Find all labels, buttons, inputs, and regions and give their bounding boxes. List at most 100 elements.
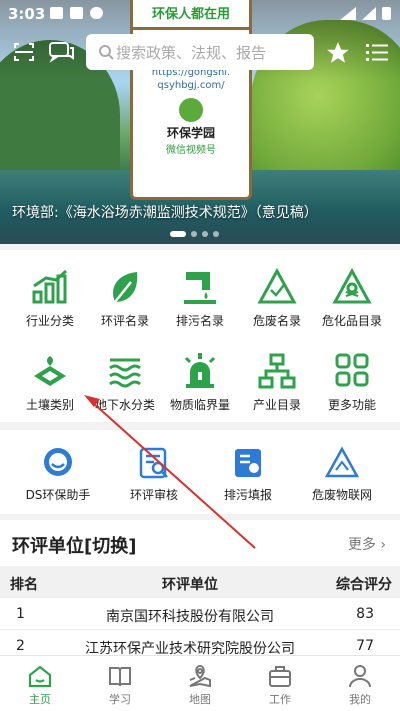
grid-item-label: 更多功能 bbox=[327, 398, 376, 412]
tool-discharge-report[interactable]: 排污填报 bbox=[198, 446, 298, 503]
grid-icon bbox=[335, 353, 369, 387]
tab-home[interactable]: 主页 bbox=[0, 664, 80, 707]
grid-item-label: 物质临界量 bbox=[169, 398, 230, 412]
tab-map[interactable]: 地图 bbox=[160, 664, 240, 707]
wifi-icon bbox=[340, 7, 356, 20]
tool-ds-assistant[interactable]: DS环保助手 bbox=[8, 446, 108, 503]
row-rank: 1 bbox=[16, 606, 25, 622]
row-score: 77 bbox=[356, 638, 374, 654]
sign-sub: 微信视频号 bbox=[166, 145, 216, 156]
grid-item-label: 行业分类 bbox=[25, 314, 74, 328]
iot-icon bbox=[324, 446, 360, 478]
image-icon bbox=[50, 7, 63, 19]
grid-item-label: 土壤类别 bbox=[25, 398, 74, 412]
grid-item-industry[interactable]: 行业分类 bbox=[10, 268, 90, 329]
banner-caption[interactable]: 环境部:《海水浴场赤潮监测技术规范》（意见稿） bbox=[12, 202, 318, 222]
toxic-icon bbox=[332, 268, 372, 304]
table-row[interactable]: 2 江苏环保产业技术研究院股份公司 77 bbox=[0, 630, 400, 655]
grid-item-groundwater[interactable]: 地下水分类 bbox=[85, 352, 165, 413]
promo-sign: 环保人都在用 https://gongshi. qsyhbgj.com/ 环保学… bbox=[130, 0, 252, 200]
banner-carousel[interactable]: 环保人都在用 https://gongshi. qsyhbgj.com/ 环保学… bbox=[0, 0, 400, 244]
book-icon bbox=[109, 667, 131, 687]
menu-icon[interactable] bbox=[364, 40, 392, 64]
ranking-title[interactable]: 环评单位[切换] bbox=[12, 532, 136, 558]
review-icon bbox=[139, 447, 168, 479]
warning-icon bbox=[257, 268, 297, 304]
grid-item-label: 危化品目录 bbox=[321, 314, 382, 328]
grid-item-hazwaste-list[interactable]: 危废名录 bbox=[237, 268, 317, 329]
report-icon bbox=[235, 449, 261, 477]
map-icon bbox=[189, 664, 211, 688]
pipe-icon bbox=[184, 272, 216, 304]
function-grid: 行业分类 环评名录 排污名录 危废名录 危化品目录 土壤类别 地下水分类 物质临… bbox=[0, 250, 400, 422]
tool-eia-review[interactable]: 环评审核 bbox=[104, 446, 204, 503]
header-score: 综合评分 bbox=[336, 577, 392, 593]
tab-label: 工作 bbox=[269, 693, 291, 706]
record-icon bbox=[90, 7, 103, 19]
grid-item-industry-catalog[interactable]: 产业目录 bbox=[237, 352, 317, 413]
more-link[interactable]: 更多 › bbox=[348, 534, 386, 554]
carousel-indicator bbox=[170, 231, 219, 237]
ranking-header: 排名 环评单位 综合评分 bbox=[0, 566, 400, 598]
search-placeholder: 搜索政策、法规、报告 bbox=[116, 43, 267, 62]
briefcase-icon bbox=[269, 666, 291, 687]
tab-label: 我的 bbox=[349, 693, 371, 706]
carousel-dot bbox=[191, 231, 197, 237]
grid-item-label: 危废名录 bbox=[252, 314, 301, 328]
tool-label: DS环保助手 bbox=[25, 488, 91, 502]
tab-label: 学习 bbox=[109, 693, 131, 706]
beacon-icon bbox=[184, 353, 216, 388]
leaf-icon bbox=[113, 272, 138, 303]
tool-label: 危废物联网 bbox=[311, 488, 372, 502]
row-unit: 南京国环科技股份有限公司 bbox=[106, 609, 274, 625]
search-input[interactable]: 搜索政策、法规、报告 bbox=[86, 34, 314, 70]
status-time: 3:03 bbox=[8, 5, 46, 23]
status-bar: 3:03 bbox=[0, 0, 400, 28]
scan-icon[interactable] bbox=[12, 40, 40, 64]
tools-row: DS环保助手 环评审核 排污填报 危废物联网 bbox=[0, 430, 400, 514]
header-rank: 排名 bbox=[10, 577, 38, 593]
sign-label: 环保学园 bbox=[166, 126, 215, 140]
carousel-dot bbox=[213, 231, 219, 237]
grid-item-label: 产业目录 bbox=[252, 398, 301, 412]
bar-chart-icon bbox=[32, 269, 68, 304]
chevron-right-icon: › bbox=[380, 537, 386, 553]
bottom-tab-bar: 主页 学习 地图 工作 我的 bbox=[0, 655, 400, 711]
chat-icon bbox=[44, 448, 72, 476]
tool-label: 排污填报 bbox=[223, 488, 272, 502]
signal-icon bbox=[362, 7, 376, 20]
grid-item-chemical-list[interactable]: 危化品目录 bbox=[312, 268, 392, 329]
grid-item-label: 地下水分类 bbox=[94, 398, 155, 412]
ranking-section: 环评单位[切换] 更多 › 排名 环评单位 综合评分 1 南京国环科技股份有限公… bbox=[0, 520, 400, 655]
sign-url: qsyhbgj.com/ bbox=[157, 80, 225, 91]
tab-label: 主页 bbox=[29, 693, 51, 706]
soil-icon bbox=[34, 356, 66, 386]
battery-icon bbox=[382, 7, 391, 20]
grid-item-more[interactable]: 更多功能 bbox=[312, 352, 392, 413]
logo-icon bbox=[179, 98, 203, 122]
grid-item-critical-quantity[interactable]: 物质临界量 bbox=[160, 352, 240, 413]
grid-item-soil[interactable]: 土壤类别 bbox=[10, 352, 90, 413]
row-rank: 2 bbox=[16, 638, 25, 654]
star-icon[interactable] bbox=[324, 40, 352, 64]
row-score: 83 bbox=[356, 606, 374, 622]
grid-item-discharge-list[interactable]: 排污名录 bbox=[160, 268, 240, 329]
more-label: 更多 bbox=[347, 537, 376, 553]
grid-item-label: 排污名录 bbox=[175, 314, 224, 328]
water-icon bbox=[109, 358, 141, 388]
table-row[interactable]: 1 南京国环科技股份有限公司 83 bbox=[0, 598, 400, 630]
tool-label: 环评审核 bbox=[129, 488, 178, 502]
tab-label: 地图 bbox=[189, 693, 211, 706]
grid-item-eia-list[interactable]: 环评名录 bbox=[85, 268, 165, 329]
home-icon bbox=[28, 665, 52, 688]
grid-item-label: 环评名录 bbox=[100, 314, 149, 328]
row-unit: 江苏环保产业技术研究院股份公司 bbox=[85, 641, 295, 655]
tool-hazwaste-iot[interactable]: 危废物联网 bbox=[292, 446, 392, 503]
header-unit: 环评单位 bbox=[162, 577, 218, 593]
message-icon[interactable] bbox=[48, 40, 76, 64]
tab-study[interactable]: 学习 bbox=[80, 664, 160, 707]
notification-icon bbox=[70, 7, 83, 19]
tab-mine[interactable]: 我的 bbox=[320, 664, 400, 707]
tab-work[interactable]: 工作 bbox=[240, 664, 320, 707]
hierarchy-icon bbox=[258, 353, 296, 389]
